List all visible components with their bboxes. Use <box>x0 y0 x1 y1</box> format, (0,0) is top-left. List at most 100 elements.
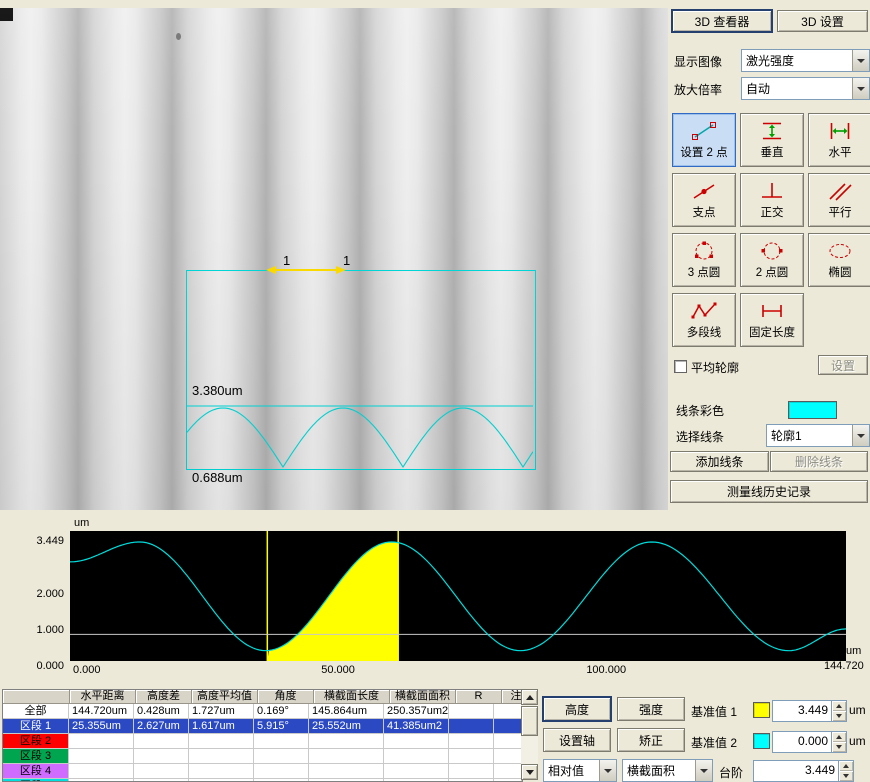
segment-label: 全部 <box>3 704 69 719</box>
measurement-history-button[interactable]: 测量线历史记录 <box>670 480 868 503</box>
tool-fixed-length-button[interactable]: 固定长度 <box>740 293 804 347</box>
profile-settings-button[interactable]: 设置 <box>818 355 868 375</box>
tool-label: 固定长度 <box>749 324 795 340</box>
reference1-value[interactable]: 3.449 <box>773 701 831 721</box>
tool-ellipse-button[interactable]: 椭圆 <box>808 233 870 287</box>
spin-up-button[interactable] <box>832 732 846 742</box>
corner-marker <box>0 8 13 21</box>
table-header-cell[interactable]: 横截面长度 <box>314 690 390 704</box>
reference2-color-swatch[interactable] <box>753 733 770 749</box>
segment-label: 区段 2 <box>3 734 69 749</box>
two-point-icon <box>690 120 718 142</box>
ellipse-icon <box>826 240 854 262</box>
tool-two-point-button[interactable]: 设置 2 点 <box>672 113 736 167</box>
spin-up-button[interactable] <box>832 701 846 711</box>
table-header-cell[interactable]: 角度 <box>258 690 314 704</box>
table-cell <box>494 704 522 719</box>
chevron-down-icon[interactable] <box>852 425 869 446</box>
tool-label: 多段线 <box>687 324 722 340</box>
relative-value-select[interactable]: 相对值 <box>543 759 617 782</box>
chevron-down-icon[interactable] <box>599 760 616 781</box>
table-header-cell[interactable]: 注 <box>502 690 523 704</box>
reference2-value[interactable]: 0.000 <box>773 732 831 752</box>
table-scrollbar[interactable] <box>521 689 538 780</box>
tool-circle-3pt-button[interactable]: 3 点圆 <box>672 233 736 287</box>
profile-chart[interactable] <box>70 531 846 661</box>
table-cell: 25.552um <box>309 719 384 734</box>
chevron-down-icon[interactable] <box>852 50 869 71</box>
table-cell: 1.727um <box>189 704 254 719</box>
x-tick-label: 0.000 <box>73 664 101 676</box>
table-cell <box>494 749 522 764</box>
measurement-region-outline[interactable] <box>186 270 536 470</box>
table-cell: 0.169° <box>254 704 309 719</box>
cross-section-label: 横截面积 <box>623 760 695 781</box>
spin-down-button[interactable] <box>832 742 846 752</box>
cross-section-select[interactable]: 横截面积 <box>622 759 713 782</box>
table-header-cell[interactable]: 高度差 <box>136 690 192 704</box>
3d-viewer-button[interactable]: 3D 查看器 <box>672 10 772 32</box>
3d-settings-button[interactable]: 3D 设置 <box>777 10 868 32</box>
table-cell: 41.385um2 <box>384 719 449 734</box>
delete-line-button[interactable]: 删除线条 <box>770 451 868 472</box>
spin-down-button[interactable] <box>832 711 846 721</box>
line-color-swatch[interactable] <box>788 401 837 419</box>
scroll-up-button[interactable] <box>521 689 538 705</box>
reference2-spinner[interactable]: 0.000 <box>772 731 847 753</box>
magnification-label: 放大倍率 <box>674 81 722 98</box>
tool-label: 支点 <box>693 204 716 220</box>
table-row-0[interactable]: 全部144.720um0.428um1.727um0.169°145.864um… <box>3 704 522 719</box>
y-tick-label: 0.000 <box>4 660 64 672</box>
table-header-cell[interactable]: R <box>456 690 502 704</box>
segment-label: 区段 4 <box>3 764 69 779</box>
marker-label-1: 1 <box>283 253 290 268</box>
spin-up-button[interactable] <box>839 761 853 771</box>
tool-pivot-button[interactable]: 支点 <box>672 173 736 227</box>
step-value-spinner[interactable]: 3.449 <box>753 760 854 782</box>
marker-label-2: 1 <box>343 253 350 268</box>
correction-button[interactable]: 矫正 <box>617 728 685 752</box>
line-color-label: 线条彩色 <box>676 402 724 419</box>
table-cell <box>189 749 254 764</box>
scrollbar-thumb[interactable] <box>521 706 538 736</box>
reference1-spinner[interactable]: 3.449 <box>772 700 847 722</box>
table-header-cell[interactable]: 水平距离 <box>70 690 136 704</box>
table-row-3[interactable]: 区段 3 <box>3 749 522 764</box>
reference1-color-swatch[interactable] <box>753 702 770 718</box>
tool-orthogonal-button[interactable]: 正交 <box>740 173 804 227</box>
table-header-cell[interactable]: 高度平均值 <box>192 690 258 704</box>
app-window: 1 1 3.380um 0.688um 3D 查看器 3D 设置 显示图像 激光… <box>0 0 870 780</box>
display-image-select[interactable]: 激光强度 <box>741 49 870 72</box>
y-tick-label: 1.000 <box>4 624 64 636</box>
table-row-1[interactable]: 区段 125.355um2.627um1.617um5.915°25.552um… <box>3 719 522 734</box>
tool-vertical-button[interactable]: 垂直 <box>740 113 804 167</box>
table-header-row: 水平距离高度差高度平均值角度横截面长度横截面面积R注 <box>3 690 522 704</box>
tool-label: 垂直 <box>761 144 784 160</box>
intensity-mode-button[interactable]: 强度 <box>617 697 685 721</box>
tool-circle-2pt-button[interactable]: 2 点圆 <box>740 233 804 287</box>
height-mode-button[interactable]: 高度 <box>543 697 611 721</box>
average-profile-checkbox[interactable] <box>674 360 687 373</box>
tool-horizontal-button[interactable]: 水平 <box>808 113 870 167</box>
table-row-2[interactable]: 区段 2 <box>3 734 522 749</box>
scroll-down-button[interactable] <box>521 764 538 780</box>
table-row-4[interactable]: 区段 4 <box>3 764 522 779</box>
measure-line-handles[interactable] <box>264 263 348 277</box>
step-value[interactable]: 3.449 <box>754 761 838 781</box>
add-line-button[interactable]: 添加线条 <box>670 451 769 472</box>
microscope-image-view[interactable]: 1 1 3.380um 0.688um <box>0 8 668 510</box>
profile-preview-curve <box>187 405 533 469</box>
table-cell <box>69 734 134 749</box>
chevron-down-icon[interactable] <box>852 78 869 99</box>
tool-polyline-button[interactable]: 多段线 <box>672 293 736 347</box>
display-image-label: 显示图像 <box>674 53 722 70</box>
table-cell <box>134 749 189 764</box>
magnification-select[interactable]: 自动 <box>741 77 870 100</box>
chevron-down-icon[interactable] <box>695 760 712 781</box>
set-axis-button[interactable]: 设置轴 <box>543 728 611 752</box>
tool-parallel-button[interactable]: 平行 <box>808 173 870 227</box>
line-select[interactable]: 轮廓1 <box>766 424 870 447</box>
table-header-cell[interactable]: 横截面面积 <box>390 690 456 704</box>
table-cell <box>494 719 522 734</box>
tool-label: 3 点圆 <box>688 264 721 280</box>
